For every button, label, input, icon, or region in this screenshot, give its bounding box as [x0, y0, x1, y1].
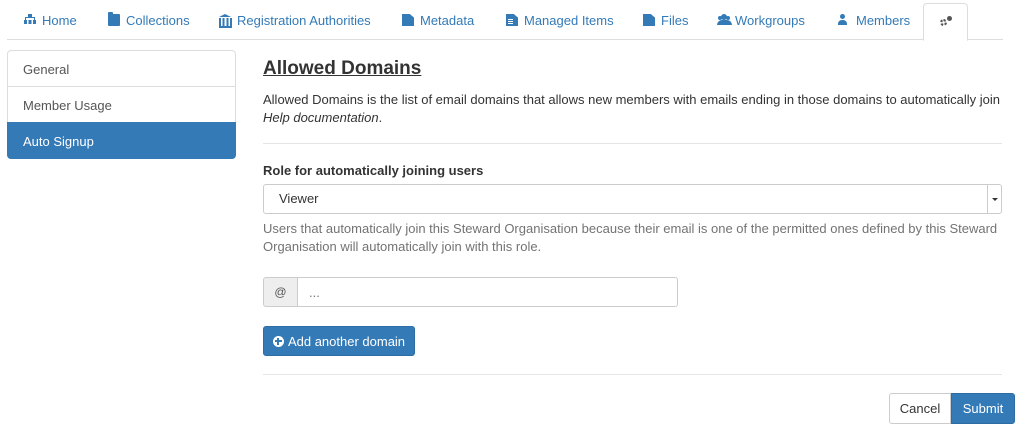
- sidebar-item-member-usage[interactable]: Member Usage: [7, 86, 236, 123]
- sidebar-item-auto-signup[interactable]: Auto Signup: [7, 122, 236, 159]
- tab-collections[interactable]: Collections: [108, 0, 190, 40]
- tab-label: Managed Items: [524, 12, 614, 28]
- domain-input[interactable]: [297, 277, 678, 307]
- at-sign-addon: @: [263, 277, 297, 307]
- add-domain-button[interactable]: Add another domain: [263, 326, 415, 356]
- file-icon: [643, 14, 655, 26]
- bank-icon: [219, 14, 232, 28]
- tab-workgroups[interactable]: Workgroups: [717, 0, 805, 40]
- tab-label: Workgroups: [735, 12, 805, 28]
- tab-home[interactable]: Home: [24, 0, 77, 40]
- sitemap-icon: [24, 14, 36, 26]
- role-select-value: Viewer: [279, 191, 319, 206]
- add-domain-label: Add another domain: [287, 333, 406, 349]
- tab-label: Members: [856, 12, 911, 28]
- footer-divider: [263, 374, 1002, 375]
- tab-label: Collections: [126, 12, 190, 28]
- tab-metadata[interactable]: Metadata: [402, 0, 474, 40]
- tab-settings[interactable]: [923, 3, 968, 41]
- page-description: Allowed Domains is the list of email dom…: [263, 91, 1002, 127]
- role-select[interactable]: Viewer: [263, 184, 1002, 214]
- main-content: Allowed Domains Allowed Domains is the l…: [263, 56, 1002, 127]
- submit-button[interactable]: Submit: [951, 393, 1015, 424]
- users-icon: [717, 14, 732, 26]
- nav-tabs: Home Collections Registration Authoritie…: [7, 0, 1003, 41]
- domain-input-group: @: [263, 277, 678, 307]
- tab-label: Files: [661, 12, 689, 28]
- tab-label: Registration Authorities: [237, 12, 371, 28]
- sidebar: General Member Usage Auto Signup: [7, 50, 236, 159]
- help-documentation-link[interactable]: Help documentation: [263, 110, 379, 125]
- tab-members[interactable]: Members: [838, 0, 910, 40]
- role-form-group: Role for automatically joining users Vie…: [263, 163, 1002, 323]
- divider: [263, 143, 1002, 144]
- tab-registration-authorities[interactable]: Registration Authorities: [219, 0, 371, 40]
- description-suffix: .: [378, 110, 383, 125]
- sidebar-item-general[interactable]: General: [7, 50, 236, 87]
- file-icon: [402, 14, 414, 26]
- tab-managed-items[interactable]: Managed Items: [506, 0, 614, 40]
- page-title: Allowed Domains: [263, 58, 422, 79]
- cogs-icon: [939, 16, 952, 28]
- tab-label: Home: [42, 12, 77, 28]
- role-help-text: Users that automatically join this Stewa…: [263, 221, 998, 254]
- tab-label: Metadata: [420, 12, 475, 28]
- cancel-button[interactable]: Cancel: [889, 393, 951, 424]
- user-icon: [838, 14, 850, 26]
- plus-circle-icon: [272, 335, 284, 347]
- tab-files[interactable]: Files: [643, 0, 688, 40]
- description-text: Allowed Domains is the list of email dom…: [263, 92, 1001, 107]
- folder-icon: [108, 12, 120, 26]
- role-label: Role for automatically joining users: [263, 163, 484, 178]
- chevron-down-icon[interactable]: [987, 185, 1001, 213]
- file-text-icon: [506, 14, 518, 26]
